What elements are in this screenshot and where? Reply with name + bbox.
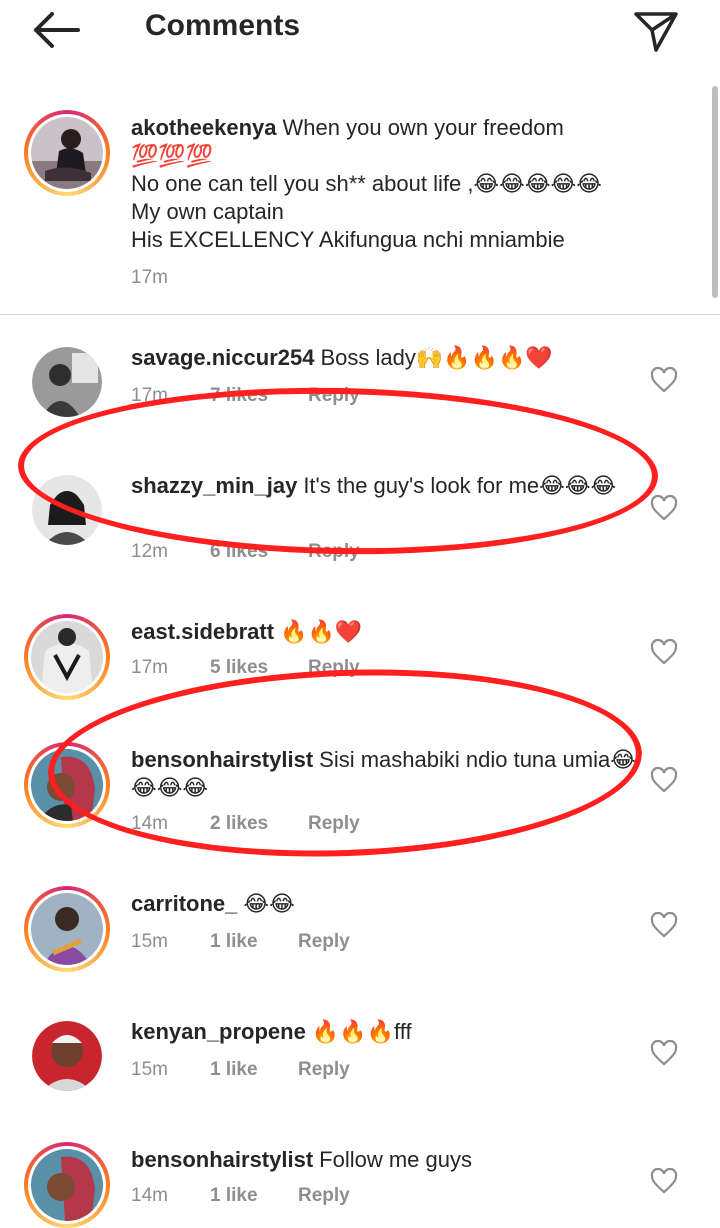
scrollbar[interactable] bbox=[712, 86, 718, 298]
reply-button[interactable]: Reply bbox=[298, 1184, 350, 1208]
like-button[interactable] bbox=[650, 766, 678, 793]
heart-icon bbox=[650, 366, 678, 393]
timestamp: 15m bbox=[131, 1059, 168, 1080]
reply-button[interactable]: Reply bbox=[308, 384, 360, 408]
caption-username[interactable]: akotheekenya bbox=[131, 115, 277, 140]
caption-line-3: No one can tell you sh** about life ,😂😂😂… bbox=[131, 171, 602, 196]
timestamp: 17m bbox=[131, 267, 168, 288]
avatar[interactable] bbox=[24, 110, 110, 196]
caption-line-1: When you own your freedom bbox=[282, 115, 564, 140]
reply-button[interactable]: Reply bbox=[308, 540, 360, 564]
caption-line-2: 💯💯💯 bbox=[131, 143, 214, 168]
timestamp: 17m bbox=[131, 385, 168, 406]
comment-text: 🔥🔥🔥fff bbox=[311, 1019, 412, 1044]
avatar[interactable] bbox=[32, 475, 102, 545]
comment-text: It's the guy's look for me😂😂😂 bbox=[303, 473, 617, 498]
timestamp: 15m bbox=[131, 931, 168, 952]
avatar[interactable] bbox=[32, 1021, 102, 1091]
comment-username[interactable]: carritone_ bbox=[131, 891, 237, 916]
avatar[interactable] bbox=[32, 347, 102, 417]
reply-button[interactable]: Reply bbox=[308, 812, 360, 836]
likes-count[interactable]: 1 like bbox=[210, 930, 258, 954]
share-button[interactable] bbox=[632, 8, 680, 52]
back-button[interactable] bbox=[30, 10, 82, 50]
caption-line-4: My own captain bbox=[131, 199, 284, 224]
reply-button[interactable]: Reply bbox=[308, 656, 360, 680]
heart-icon bbox=[650, 494, 678, 521]
timestamp: 14m bbox=[131, 813, 168, 834]
likes-count[interactable]: 6 likes bbox=[210, 540, 268, 564]
comment-text: 🔥🔥❤️ bbox=[280, 619, 363, 644]
comment-username[interactable]: east.sidebratt bbox=[131, 619, 274, 644]
comment-username[interactable]: bensonhairstylist bbox=[131, 747, 313, 772]
like-button[interactable] bbox=[650, 1039, 678, 1066]
page-title: Comments bbox=[145, 9, 301, 42]
like-button[interactable] bbox=[650, 366, 678, 393]
comment-username[interactable]: savage.niccur254 bbox=[131, 345, 314, 370]
timestamp: 17m bbox=[131, 657, 168, 678]
likes-count[interactable]: 5 likes bbox=[210, 656, 268, 680]
likes-count[interactable]: 2 likes bbox=[210, 812, 268, 836]
caption-line-5: His EXCELLENCY Akifungua nchi mniambie bbox=[131, 227, 565, 252]
reply-button[interactable]: Reply bbox=[298, 1058, 350, 1082]
like-button[interactable] bbox=[650, 911, 678, 938]
heart-icon bbox=[650, 766, 678, 793]
comment-text: Boss lady🙌🔥🔥🔥❤️ bbox=[320, 345, 553, 370]
timestamp: 14m bbox=[131, 1185, 168, 1206]
paper-plane-icon bbox=[634, 12, 678, 52]
like-button[interactable] bbox=[650, 494, 678, 521]
like-button[interactable] bbox=[650, 638, 678, 665]
heart-icon bbox=[650, 1039, 678, 1066]
likes-count[interactable]: 7 likes bbox=[210, 384, 268, 408]
comment-username[interactable]: kenyan_propene bbox=[131, 1019, 306, 1044]
avatar[interactable] bbox=[24, 886, 110, 972]
likes-count[interactable]: 1 like bbox=[210, 1058, 258, 1082]
red-highlight-ellipse bbox=[16, 382, 660, 560]
likes-count[interactable]: 1 like bbox=[210, 1184, 258, 1208]
comment-username[interactable]: shazzy_min_jay bbox=[131, 473, 297, 498]
comment-body: bensonhairstylist Sisi mashabiki ndio tun… bbox=[131, 746, 651, 802]
avatar[interactable] bbox=[24, 1142, 110, 1228]
reply-button[interactable]: Reply bbox=[298, 930, 350, 954]
avatar[interactable] bbox=[24, 614, 110, 700]
timestamp: 12m bbox=[131, 541, 168, 562]
comment-username[interactable]: bensonhairstylist bbox=[131, 1147, 313, 1172]
comment-text: 😂😂 bbox=[243, 891, 295, 916]
divider bbox=[0, 314, 720, 315]
comment-text: Follow me guys bbox=[319, 1147, 472, 1172]
arrow-left-icon bbox=[34, 12, 80, 48]
like-button[interactable] bbox=[650, 1167, 678, 1194]
heart-icon bbox=[650, 638, 678, 665]
avatar[interactable] bbox=[24, 742, 110, 828]
heart-icon bbox=[650, 911, 678, 938]
heart-icon bbox=[650, 1167, 678, 1194]
top-bar: Comments bbox=[0, 0, 720, 56]
